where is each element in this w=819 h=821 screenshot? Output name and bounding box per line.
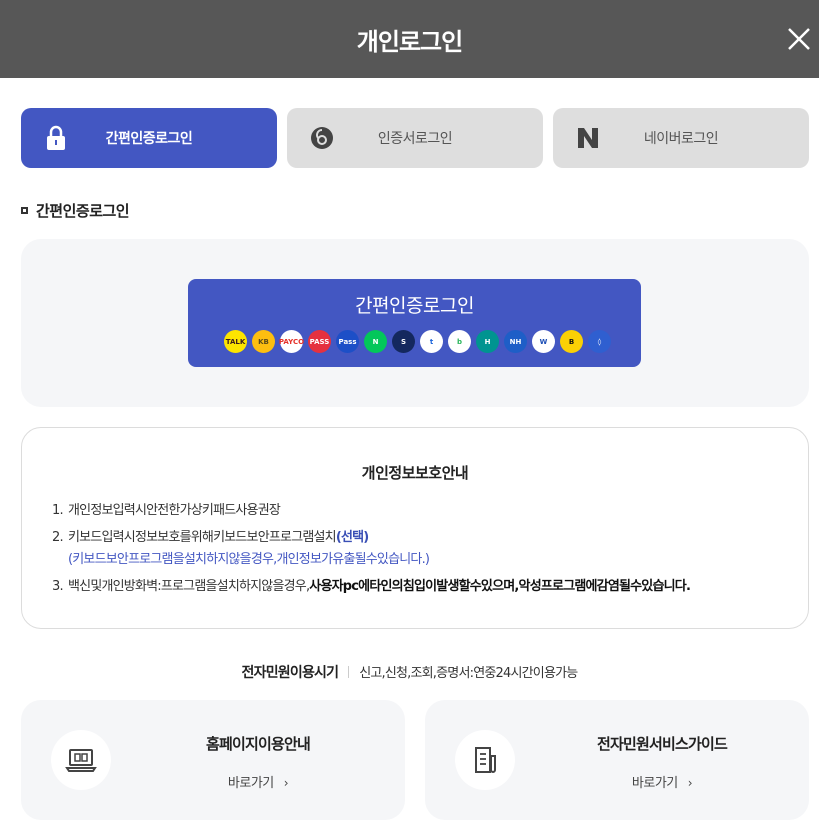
section-title-text: 간편인증로그인 <box>36 202 130 220</box>
card-title: 홈페이지이용안내 <box>205 735 311 753</box>
tab-naver-login[interactable]: 네이버로그인 <box>553 108 809 168</box>
privacy-notice: 개인정보보호안내 1. 개인정보입력시안전한가상키패드사용권장 2. 키보드입력… <box>21 427 809 629</box>
provider-icons: TALK KB PAYCO PASS Pass N St b H NH W B ◊ <box>224 330 611 354</box>
square-bullet-icon <box>21 207 28 214</box>
chevron-right-icon: › <box>283 776 289 790</box>
simple-auth-login-label: 간편인증로그인 <box>355 295 474 317</box>
provider-security-icon: ◊ <box>588 330 611 353</box>
service-time-value: 신고,신청,조회,증명서:연중24시간이용가능 <box>359 666 578 681</box>
privacy-warning: 사용자pc에타인의침입이발생할수있으며,악성프로그램에감염될수있습니다. <box>309 579 691 594</box>
provider-kbank-icon: B <box>560 330 583 353</box>
privacy-item: 3. 백신및개인방화벽:프로그램을설치하지않을경우,사용자pc에타인의침입이발생… <box>52 579 691 594</box>
tab-certificate-login[interactable]: 인증서로그인 <box>287 108 543 168</box>
login-tabs: 간편인증로그인 인증서로그인 네이버로그인 <box>21 108 809 168</box>
e-civil-guide-card[interactable]: 전자민원서비스가이드 바로가기 › <box>425 700 809 820</box>
go-link[interactable]: 바로가기 › <box>131 772 385 791</box>
provider-pass-icon: PASS <box>308 330 331 353</box>
provider-kakao-icon: TALK <box>224 330 247 353</box>
document-icon <box>475 747 496 773</box>
tab-label: 네이버로그인 <box>643 131 719 147</box>
privacy-title: 개인정보보호안내 <box>361 464 469 482</box>
provider-payco-icon: PAYCO <box>279 330 304 353</box>
simple-login-panel: 간편인증로그인 TALK KB PAYCO PASS Pass N St b H NH W B ◊ <box>21 239 809 407</box>
provider-nh-icon: NH <box>504 330 527 353</box>
tab-label: 간편인증로그인 <box>105 131 193 147</box>
section-title: 간편인증로그인 <box>21 200 130 221</box>
provider-banksalad-icon: b <box>448 330 471 353</box>
monitor-icon <box>65 749 97 772</box>
simple-auth-login-button[interactable]: 간편인증로그인 TALK KB PAYCO PASS Pass N St b H NH W B ◊ <box>188 279 641 367</box>
modal-title: 개인로그인 <box>356 28 463 56</box>
provider-toss-icon: t <box>420 330 443 353</box>
close-button[interactable] <box>784 24 814 54</box>
close-icon <box>788 28 810 50</box>
privacy-list: 1. 개인정보입력시안전한가상키패드사용권장 2. 키보드입력시정보보호를위해키… <box>52 502 792 605</box>
provider-naver-icon: N <box>364 330 387 353</box>
chevron-right-icon: › <box>687 776 693 790</box>
provider-woori-icon: W <box>532 330 555 353</box>
go-link[interactable]: 바로가기 › <box>535 772 789 791</box>
service-time-label: 전자민원이용시기 <box>241 665 339 681</box>
privacy-sub-note: (키보드보안프로그램을설치하지않을경우,개인정보가유출될수있습니다.) <box>68 552 430 567</box>
provider-hana-icon: H <box>476 330 499 353</box>
divider <box>348 666 350 678</box>
provider-shinhan-icon: S <box>392 330 415 353</box>
tab-simple-auth-login[interactable]: 간편인증로그인 <box>21 108 277 168</box>
homepage-guide-card[interactable]: 홈페이지이용안내 바로가기 › <box>21 700 405 820</box>
modal-header: 개인로그인 <box>0 0 819 78</box>
service-time: 전자민원이용시기 신고,신청,조회,증명서:연중24시간이용가능 <box>0 662 819 682</box>
card-icon-circle <box>51 730 111 790</box>
tab-label: 인증서로그인 <box>377 131 453 147</box>
card-title: 전자민원서비스가이드 <box>596 735 728 753</box>
optional-badge: (선택) <box>335 530 369 545</box>
privacy-item: 2. 키보드입력시정보보호를위해키보드보안프로그램설치(선택) (키보드보안프로… <box>52 529 792 569</box>
card-icon-circle <box>455 730 515 790</box>
provider-kb-icon: KB <box>252 330 275 353</box>
privacy-item: 1. 개인정보입력시안전한가상키패드사용권장 <box>52 503 281 518</box>
provider-samsung-pass-icon: Pass <box>336 330 359 353</box>
